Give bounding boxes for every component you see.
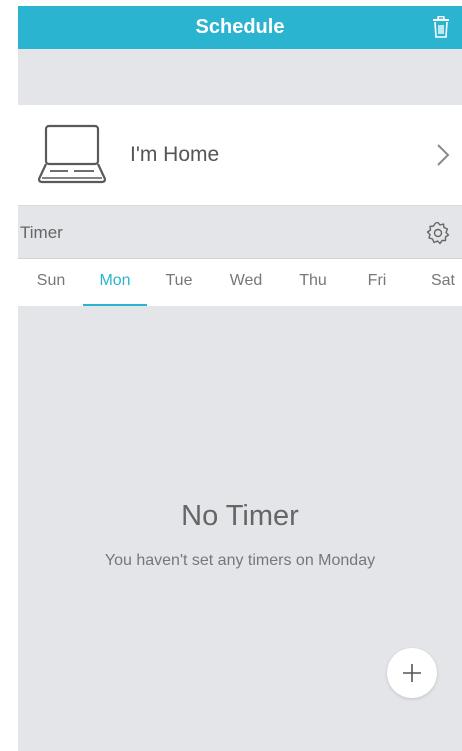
tab-tue[interactable]: Tue: [149, 259, 209, 306]
tab-sun[interactable]: Sun: [21, 259, 81, 306]
add-timer-button[interactable]: [387, 648, 437, 698]
tab-thu[interactable]: Thu: [283, 259, 343, 306]
day-tabs: Sun Mon Tue Wed Thu Fri Sat: [18, 259, 462, 306]
chevron-right-icon: [437, 144, 450, 166]
device-name: I'm Home: [130, 143, 220, 166]
header-spacer: [18, 49, 462, 105]
empty-state-title: No Timer: [181, 500, 299, 532]
device-row[interactable]: I'm Home: [18, 105, 462, 206]
plus-icon: [403, 664, 421, 682]
trash-icon[interactable]: [432, 16, 450, 38]
tab-sat[interactable]: Sat: [413, 259, 462, 306]
page-title: Schedule: [195, 16, 285, 38]
tab-wed[interactable]: Wed: [216, 259, 276, 306]
app-header: Schedule: [18, 6, 462, 49]
tab-mon[interactable]: Mon: [83, 259, 147, 306]
schedule-screen: Schedule I'm Home Timer Sun Mon Tue Wed …: [18, 6, 462, 751]
timer-label: Timer: [20, 223, 63, 242]
empty-state-message: You haven't set any timers on Monday: [104, 552, 376, 569]
tab-fri[interactable]: Fri: [347, 259, 407, 306]
gear-icon[interactable]: [426, 221, 450, 245]
timer-section-header: Timer: [18, 206, 462, 259]
laptop-icon: [38, 124, 106, 184]
